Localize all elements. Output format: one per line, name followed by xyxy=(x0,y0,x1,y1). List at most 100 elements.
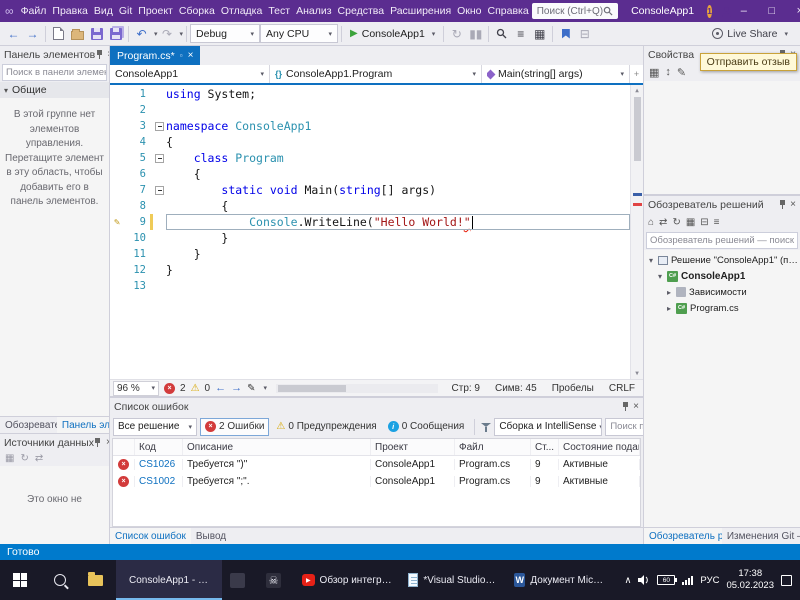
scope-dropdown[interactable]: Все решение ▾ xyxy=(113,418,197,436)
alphabetical-icon[interactable]: ↕ xyxy=(665,66,671,78)
comment-icon[interactable]: ≡ xyxy=(511,24,530,44)
fold-margin[interactable] xyxy=(153,106,166,115)
code-line[interactable]: ✎ 4 { xyxy=(110,134,630,150)
redo-icon[interactable]: ↷ xyxy=(158,24,177,44)
refresh-icon[interactable]: ↻ xyxy=(672,217,680,228)
fold-margin[interactable] xyxy=(153,202,166,211)
menu-item[interactable]: Сборка xyxy=(176,5,218,17)
fold-margin[interactable] xyxy=(153,218,166,227)
menu-item[interactable]: Анализ xyxy=(293,5,334,17)
save-all-icon[interactable] xyxy=(106,24,125,44)
menu-item[interactable]: Git xyxy=(116,5,135,17)
tree-item[interactable]: ▸ Зависимости xyxy=(644,284,800,300)
hidden-icons-chevron-icon[interactable]: ∧ xyxy=(624,575,631,586)
fold-margin[interactable] xyxy=(153,266,166,275)
toolbox-title[interactable]: Панель элементов × xyxy=(0,46,109,63)
errors-filter-button[interactable]: 2 Ошибки xyxy=(200,418,269,436)
menu-item[interactable]: Отладка xyxy=(218,5,266,17)
property-pages-icon[interactable]: ✎ xyxy=(677,66,686,79)
filter-icon[interactable] xyxy=(481,422,491,432)
toolbox-group-general[interactable]: ▾ Общие xyxy=(0,82,109,98)
taskbar-app[interactable] xyxy=(222,560,258,600)
error-list-title[interactable]: Список ошибок × xyxy=(110,398,643,415)
toolbox-search-input[interactable]: Поиск в панели элемен xyxy=(2,64,107,81)
code-text[interactable]: namespace ConsoleApp1 xyxy=(166,118,630,134)
battery-icon[interactable]: 60 xyxy=(657,575,675,585)
menu-item[interactable]: Тест xyxy=(265,5,293,17)
code-text[interactable]: { xyxy=(166,198,630,214)
scroll-down-icon[interactable]: ▼ xyxy=(631,370,643,377)
fold-margin[interactable] xyxy=(153,138,166,147)
tab-solution-explorer[interactable]: Обозреватель реше... xyxy=(644,528,722,544)
pin-icon[interactable] xyxy=(621,402,629,412)
taskbar-app[interactable]: ConsoleApp1 - Mi... xyxy=(116,560,222,600)
code-line[interactable]: ✎ 3 namespace ConsoleApp1 xyxy=(110,118,630,134)
tab-toolbox[interactable]: Панель эле... xyxy=(57,417,109,433)
fold-margin[interactable] xyxy=(153,250,166,259)
error-mark[interactable] xyxy=(633,203,642,206)
show-all-files-icon[interactable]: ▦ xyxy=(686,217,695,228)
code-line[interactable]: ✎ 9 Console.WriteLine("Hello World!" xyxy=(110,214,630,230)
previous-issue-icon[interactable]: ← xyxy=(215,382,226,394)
code-line[interactable]: ✎ 12 } xyxy=(110,262,630,278)
code-text[interactable]: { xyxy=(166,166,630,182)
collapse-region-icon[interactable] xyxy=(155,186,164,195)
column-suppression[interactable]: Состояние подавл... xyxy=(559,439,640,455)
bookmark-icon[interactable] xyxy=(556,24,575,44)
error-code-link[interactable]: CS1026 xyxy=(135,459,183,470)
clock[interactable]: 17:38 05.02.2023 xyxy=(726,568,774,593)
network-icon[interactable] xyxy=(682,576,693,585)
code-text[interactable] xyxy=(166,102,630,118)
menu-item[interactable]: Расширения xyxy=(387,5,454,17)
code-line[interactable]: ✎ 2 xyxy=(110,102,630,118)
code-text[interactable]: } xyxy=(166,230,630,246)
properties-icon[interactable]: ≡ xyxy=(714,217,720,228)
live-share-button[interactable]: Live Share ▾ xyxy=(712,28,796,40)
code-line[interactable]: ✎ 5 class Program xyxy=(110,150,630,166)
collapse-all-icon[interactable]: ⊟ xyxy=(575,24,594,44)
expander-icon[interactable]: ▾ xyxy=(656,272,664,281)
code-text[interactable]: { xyxy=(166,134,630,150)
source-filter-dropdown[interactable]: Сборка и IntelliSense ▾ xyxy=(494,418,602,436)
minimize-button[interactable]: – xyxy=(730,0,758,22)
quick-launch-search[interactable]: Поиск (Ctrl+Q) xyxy=(532,3,618,19)
fold-margin[interactable] xyxy=(153,186,166,195)
redo-dropdown-icon[interactable]: ▾ xyxy=(180,30,184,38)
error-code-link[interactable]: CS1002 xyxy=(135,476,183,487)
break-all-icon[interactable]: ▮▮ xyxy=(466,24,485,44)
show-all-files-icon[interactable]: ▦ xyxy=(530,24,549,44)
close-icon[interactable]: × xyxy=(790,200,796,210)
menu-item[interactable]: Вид xyxy=(91,5,116,17)
zoom-dropdown[interactable]: 96 % ▾ xyxy=(113,381,159,396)
spaces-indicator[interactable]: Пробелы xyxy=(547,383,599,394)
switch-views-icon[interactable]: ⇄ xyxy=(659,217,667,228)
data-sources-title[interactable]: Источники данных × xyxy=(0,434,109,451)
taskbar-app[interactable] xyxy=(258,560,294,600)
tab-git-changes[interactable]: Изменения Git — по... xyxy=(722,528,800,544)
code-text[interactable]: Console.WriteLine("Hello World!" xyxy=(166,214,630,230)
pin-icon[interactable] xyxy=(95,50,103,60)
code-text[interactable]: class Program xyxy=(166,150,630,166)
line-indicator[interactable]: Стр: 9 xyxy=(447,383,485,394)
code-text[interactable]: } xyxy=(166,246,630,262)
close-button[interactable]: × xyxy=(786,0,800,22)
project-dropdown[interactable]: ConsoleApp1 ▾ xyxy=(110,65,270,83)
eol-indicator[interactable]: CRLF xyxy=(604,383,640,394)
tab-close-icon[interactable]: × xyxy=(188,50,194,61)
tree-item[interactable]: ▾ ConsoleApp1 xyxy=(644,268,800,284)
refresh-icon[interactable]: ↻ xyxy=(20,453,28,464)
close-icon[interactable]: × xyxy=(633,402,639,412)
tab-program-cs[interactable]: Program.cs* ▫ × xyxy=(110,46,200,65)
home-icon[interactable]: ⌂ xyxy=(648,217,654,228)
code-editor[interactable]: ✎ 1 using System; ✎ 2 xyxy=(110,85,643,379)
split-window-button[interactable]: + xyxy=(630,65,643,83)
navigate-forward-icon[interactable]: → xyxy=(23,24,42,44)
horizontal-scrollbar[interactable] xyxy=(276,384,438,393)
fold-margin[interactable] xyxy=(153,170,166,179)
warning-count-icon[interactable]: ⚠ xyxy=(191,383,200,394)
tab-error-list[interactable]: Список ошибок xyxy=(110,528,191,544)
vertical-scrollbar[interactable]: ▲ ▼ xyxy=(630,85,643,379)
menu-item[interactable]: Средства xyxy=(335,5,388,17)
add-data-source-icon[interactable]: ▦ xyxy=(5,453,14,464)
taskbar-app[interactable]: Обзор интегриров... xyxy=(294,560,400,600)
